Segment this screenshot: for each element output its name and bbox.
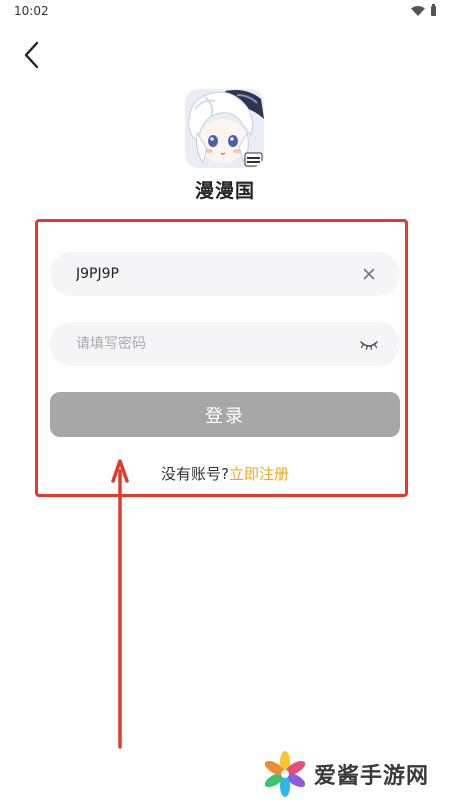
watermark-text: 爱酱手游网 [314, 764, 430, 789]
app-name: 漫漫国 [194, 180, 255, 202]
password-input[interactable] [76, 322, 358, 366]
wifi-icon [411, 6, 425, 16]
pinwheel-logo-icon [264, 751, 306, 797]
close-icon [363, 268, 375, 280]
status-icons [411, 4, 436, 16]
account-input[interactable] [76, 252, 358, 296]
app-logo [185, 89, 264, 168]
clear-button[interactable] [358, 263, 380, 285]
status-time: 10:02 [14, 4, 49, 18]
status-bar: 10:02 [0, 0, 450, 22]
account-field[interactable] [50, 252, 400, 296]
battery-icon [431, 4, 436, 16]
watermark: 爱酱手游网 [262, 748, 429, 800]
register-link[interactable]: 立即注册 [229, 465, 289, 483]
register-row: 没有账号?立即注册 [0, 463, 450, 484]
chevron-left-icon [24, 41, 39, 69]
back-button[interactable] [14, 38, 48, 72]
eye-closed-icon [360, 341, 378, 350]
login-button[interactable]: 登录 [50, 392, 400, 437]
password-visibility-toggle[interactable] [358, 333, 380, 355]
password-field[interactable] [50, 322, 400, 366]
register-prompt: 没有账号? [161, 465, 229, 483]
annotation-arrow-icon [111, 459, 129, 749]
login-screen: 10:02 漫漫国 J9PJ9P 登录 没有账号?立即注册 爱酱手游网 [0, 0, 450, 800]
